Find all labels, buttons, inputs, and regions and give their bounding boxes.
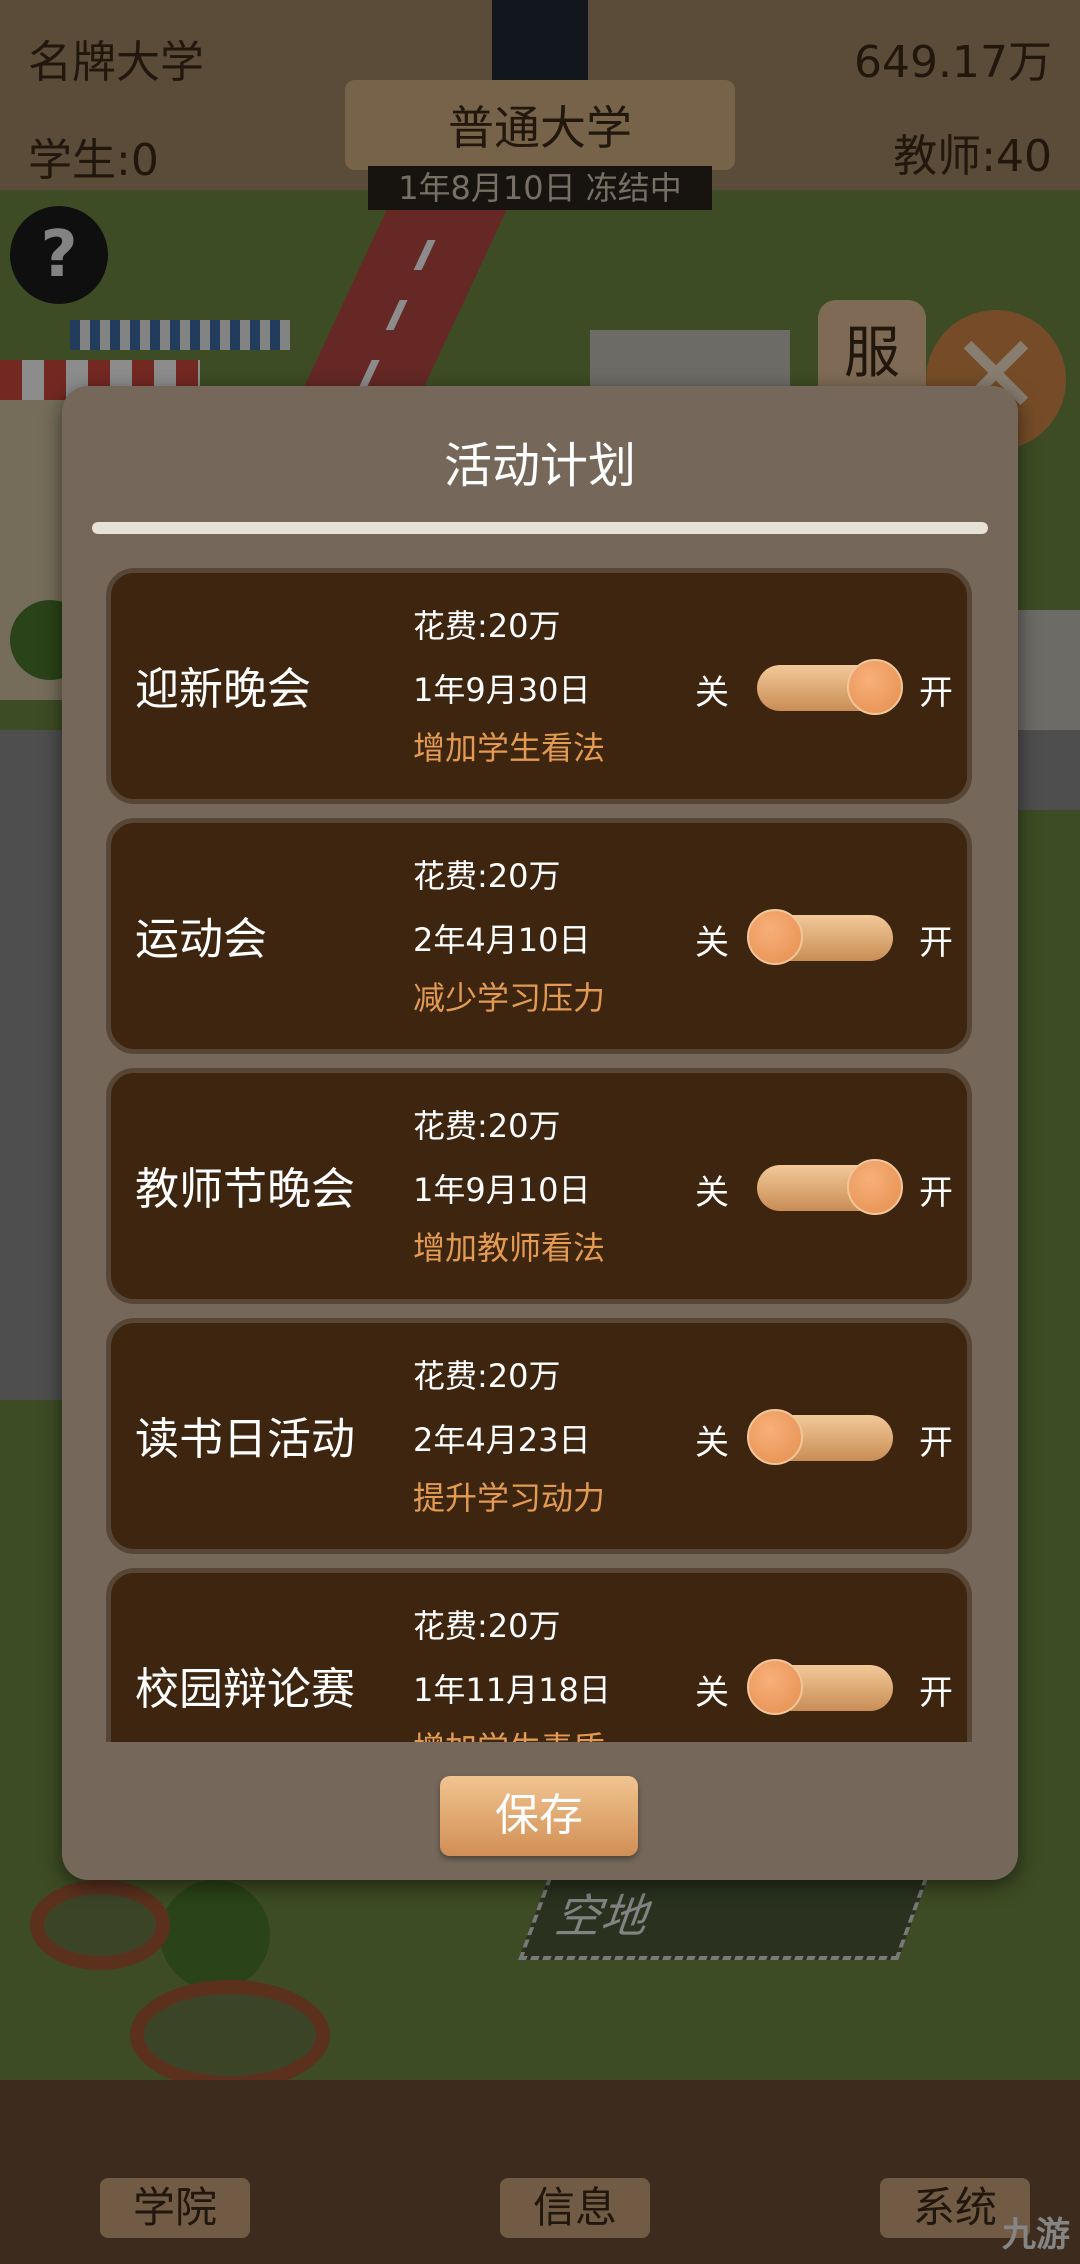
- activity-item: 校园辩论赛 花费:20万 1年11月18日 增加学生素质 关 开: [106, 1568, 972, 1742]
- activity-toggle[interactable]: [747, 1659, 893, 1715]
- divider: [92, 522, 988, 534]
- toggle-knob[interactable]: [747, 1659, 803, 1715]
- dialog-title: 活动计划: [443, 438, 636, 494]
- activity-date: 1年11月18日: [413, 1671, 611, 1709]
- activity-effect: 提升学习动力: [413, 1479, 606, 1517]
- save-button[interactable]: 保存: [440, 1776, 638, 1856]
- activity-effect: 增加教师看法: [413, 1229, 606, 1267]
- activity-effect: 增加学生看法: [413, 729, 606, 767]
- activity-cost: 花费:20万: [413, 1607, 561, 1645]
- activity-item: 迎新晚会 花费:20万 1年9月30日 增加学生看法 关 开: [106, 568, 972, 804]
- activity-cost: 花费:20万: [413, 857, 561, 895]
- activity-cost: 花费:20万: [413, 607, 561, 645]
- activity-toggle[interactable]: [757, 659, 903, 715]
- activity-date: 2年4月23日: [413, 1421, 591, 1459]
- toggle-on-label: 开: [919, 1173, 953, 1213]
- toggle-off-label: 关: [695, 1673, 729, 1713]
- activity-plan-dialog: 活动计划 迎新晚会 花费:20万 1年9月30日 增加学生看法 关 开 运动会 …: [62, 386, 1018, 1880]
- toggle-on-label: 开: [919, 673, 953, 713]
- toggle-off-label: 关: [695, 923, 729, 963]
- activity-effect: 减少学习压力: [413, 979, 606, 1017]
- activity-toggle[interactable]: [747, 1409, 893, 1465]
- activity-item: 运动会 花费:20万 2年4月10日 减少学习压力 关 开: [106, 818, 972, 1054]
- activity-toggle[interactable]: [747, 909, 893, 965]
- activity-effect: 增加学生素质: [413, 1723, 605, 1742]
- activity-list[interactable]: 迎新晚会 花费:20万 1年9月30日 增加学生看法 关 开 运动会 花费:20…: [106, 568, 972, 1742]
- activity-name: 教师节晚会: [135, 1164, 355, 1215]
- toggle-knob[interactable]: [747, 909, 803, 965]
- toggle-knob[interactable]: [747, 1409, 803, 1465]
- activity-name: 校园辩论赛: [135, 1664, 355, 1715]
- toggle-on-label: 开: [919, 1423, 953, 1463]
- toggle-off-label: 关: [695, 1423, 729, 1463]
- activity-date: 1年9月10日: [413, 1171, 591, 1209]
- toggle-off-label: 关: [695, 1173, 729, 1213]
- toggle-knob[interactable]: [847, 1159, 903, 1215]
- toggle-off-label: 关: [695, 673, 729, 713]
- toggle-knob[interactable]: [847, 659, 903, 715]
- toggle-on-label: 开: [919, 923, 953, 963]
- activity-date: 2年4月10日: [413, 921, 591, 959]
- activity-name: 迎新晚会: [135, 664, 311, 715]
- activity-date: 1年9月30日: [413, 671, 591, 709]
- activity-name: 读书日活动: [135, 1414, 355, 1465]
- toggle-on-label: 开: [919, 1673, 953, 1713]
- activity-toggle[interactable]: [757, 1159, 903, 1215]
- activity-item: 读书日活动 花费:20万 2年4月23日 提升学习动力 关 开: [106, 1318, 972, 1554]
- activity-cost: 花费:20万: [413, 1107, 561, 1145]
- activity-name: 运动会: [135, 914, 267, 965]
- activity-cost: 花费:20万: [413, 1357, 561, 1395]
- activity-item: 教师节晚会 花费:20万 1年9月10日 增加教师看法 关 开: [106, 1068, 972, 1304]
